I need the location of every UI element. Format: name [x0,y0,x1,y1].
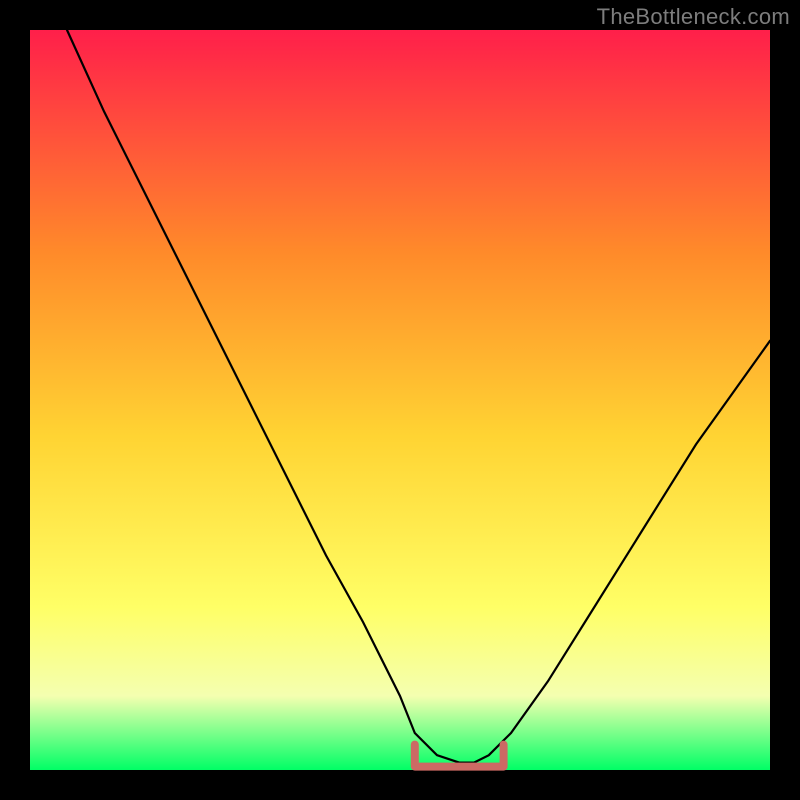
watermark-text: TheBottleneck.com [597,4,790,30]
plot-background [30,30,770,770]
bottleneck-chart [0,0,800,800]
chart-frame: TheBottleneck.com [0,0,800,800]
